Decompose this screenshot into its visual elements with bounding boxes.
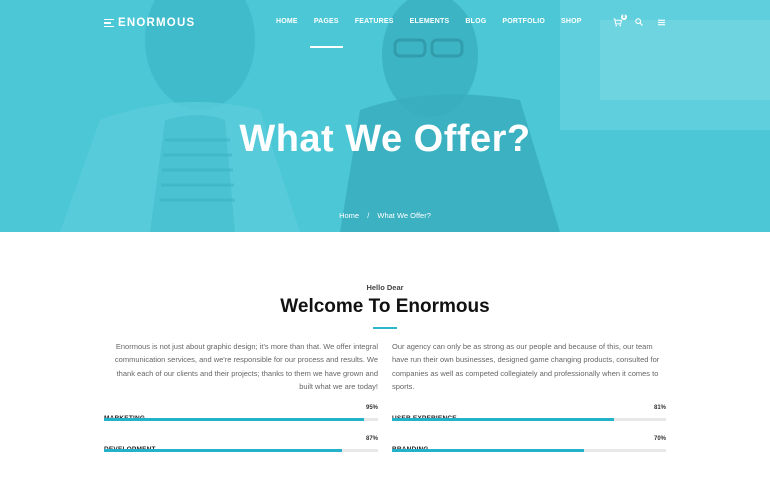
skill-bar-development: DEVELOPMENT 87% bbox=[104, 436, 378, 456]
skill-percent: 95% bbox=[365, 405, 378, 411]
brand-name: ENORMOUS bbox=[118, 17, 196, 29]
nav-item-portfolio[interactable]: PORTFOLIO bbox=[494, 18, 553, 25]
skill-bar-branding: BRANDING 70% bbox=[392, 436, 666, 456]
skill-fill bbox=[392, 418, 614, 421]
breadcrumb-home-link[interactable]: Home bbox=[339, 211, 359, 220]
section-subtitle: Hello Dear bbox=[366, 283, 404, 292]
search-icon bbox=[635, 18, 643, 26]
main-nav: HOME PAGES FEATURES ELEMENTS BLOG PORTFO… bbox=[268, 18, 590, 48]
top-navigation-bar: ENORMOUS HOME PAGES FEATURES ELEMENTS BL… bbox=[0, 0, 770, 48]
nav-item-pages[interactable]: PAGES bbox=[306, 18, 347, 48]
menu-button[interactable] bbox=[656, 17, 666, 27]
search-button[interactable] bbox=[634, 17, 644, 27]
title-underline-divider bbox=[373, 327, 397, 329]
intro-text-left: Enormous is not just about graphic desig… bbox=[114, 342, 378, 392]
skill-bar-marketing: MARKETING 95% bbox=[104, 405, 378, 425]
cart-icon bbox=[612, 17, 622, 26]
skill-track bbox=[392, 418, 666, 421]
skill-track bbox=[392, 449, 666, 452]
skill-fill bbox=[104, 449, 343, 452]
nav-item-blog[interactable]: BLOG bbox=[457, 18, 494, 25]
skill-percent: 81% bbox=[653, 405, 666, 411]
breadcrumb-separator: / bbox=[367, 211, 370, 220]
skill-track bbox=[104, 418, 378, 421]
menu-icon bbox=[657, 19, 665, 25]
breadcrumb-current: What We Offer? bbox=[377, 211, 431, 220]
cart-button[interactable]: 0 bbox=[612, 14, 627, 27]
nav-item-features[interactable]: FEATURES bbox=[347, 18, 402, 25]
skill-percent: 70% bbox=[653, 436, 666, 442]
skill-percent: 87% bbox=[365, 436, 378, 442]
nav-item-shop[interactable]: SHOP bbox=[553, 18, 590, 25]
nav-item-elements[interactable]: ELEMENTS bbox=[402, 18, 458, 25]
header-tools: 0 bbox=[612, 14, 666, 27]
section-title: Welcome To Enormous bbox=[280, 296, 490, 317]
logo-lines-icon bbox=[104, 18, 114, 28]
skill-track bbox=[104, 449, 378, 452]
skill-fill bbox=[104, 418, 365, 421]
brand-logo[interactable]: ENORMOUS bbox=[104, 17, 195, 29]
cart-count-badge: 0 bbox=[621, 14, 627, 20]
breadcrumb: Home / What We Offer? bbox=[0, 211, 770, 220]
hero-section: ENORMOUS HOME PAGES FEATURES ELEMENTS BL… bbox=[0, 0, 770, 232]
hero-title: What We Offer? bbox=[239, 118, 531, 160]
nav-item-home[interactable]: HOME bbox=[268, 18, 306, 25]
skill-fill bbox=[392, 449, 584, 452]
skill-bar-user-experience: USER EXPERIENCE 81% bbox=[392, 405, 666, 425]
intro-text-right: Our agency can only be as strong as our … bbox=[392, 342, 660, 392]
